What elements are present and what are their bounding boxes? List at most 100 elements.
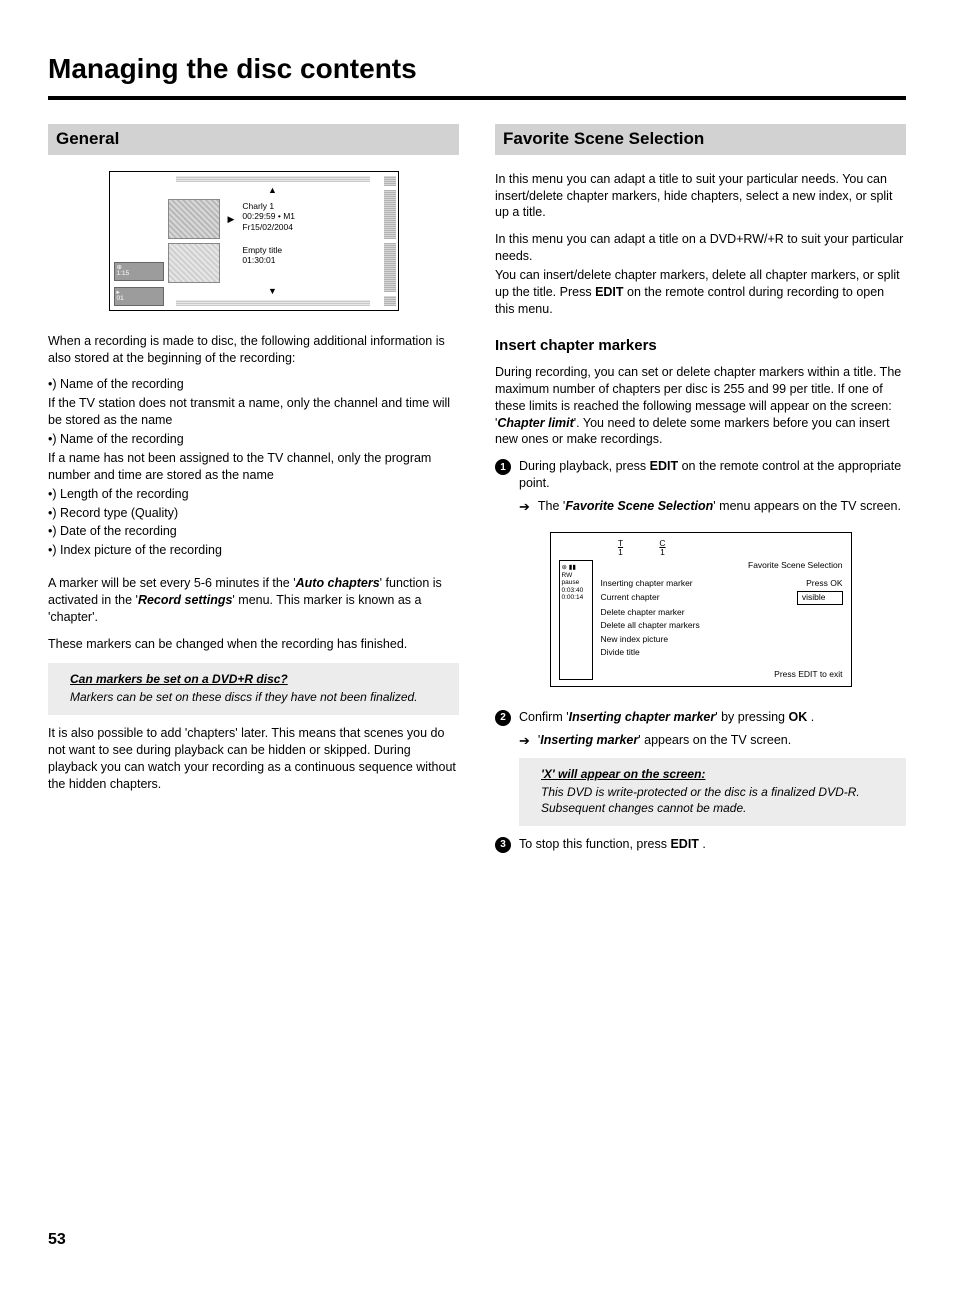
inserting-marker-label: Inserting marker <box>540 733 638 747</box>
fav-p2a: In this menu you can adapt a title on a … <box>495 231 906 265</box>
tv2-visible-box: visible <box>797 591 843 604</box>
tv2-row-insert: Inserting chapter marker Press OK <box>601 578 843 589</box>
tv1-tc1-b: 1:15 <box>117 270 130 277</box>
up-arrow-icon: ▲ <box>168 186 378 195</box>
bullet-length: •) Length of the recording <box>48 486 459 503</box>
tv2-r2l: Current chapter <box>601 592 660 603</box>
record-settings-label: Record settings <box>138 593 232 607</box>
tv1-left-panel: ⊕ 1:15 ▸ 01 <box>110 172 168 310</box>
tv2-body: ⊛ ▮▮ RW pause 0:03:40 0:00:14 Favorite S… <box>559 560 843 680</box>
favorite-heading: Favorite Scene Selection <box>495 124 906 155</box>
left-column: General ⊕ 1:15 ▸ 01 ▲ ▶ <box>48 124 459 859</box>
tv2-r1l: Inserting chapter marker <box>601 578 693 589</box>
tv-screen-favorite: T 1 C 1 ⊛ ▮▮ RW pause 0:03:40 0:00:14 <box>550 532 852 687</box>
s3-pre: To stop this function, press <box>519 837 670 851</box>
tv2-l1: ⊛ ▮▮ <box>562 564 590 571</box>
step-3-badge: 3 <box>495 837 511 853</box>
step-2: 2 Confirm 'Inserting chapter marker' by … <box>495 709 906 726</box>
tv2-row-new-index: New index picture <box>601 634 843 645</box>
tv2-row-divide: Divide title <box>601 647 843 658</box>
tv1-title-1: Charly 1 <box>242 201 295 212</box>
step-1-result-text: The 'Favorite Scene Selection' menu appe… <box>538 498 901 516</box>
s1a-pre: The ' <box>538 499 565 513</box>
after-note-para: It is also possible to add 'chapters' la… <box>48 725 459 793</box>
bullet-name-2: •) Name of the recording <box>48 431 459 448</box>
tv1-row-1: ▶ Charly 1 00:29:59 • M1 Fr15/02/2004 <box>168 199 378 239</box>
tv2-l4: 0:00:14 <box>562 594 590 601</box>
two-column-layout: General ⊕ 1:15 ▸ 01 ▲ ▶ <box>48 124 906 859</box>
edit-button-label-2: EDIT <box>650 459 678 473</box>
step-3: 3 To stop this function, press EDIT . <box>495 836 906 853</box>
edit-button-label-1: EDIT <box>595 285 623 299</box>
down-arrow-icon: ▼ <box>168 287 378 296</box>
step-2-body: Confirm 'Inserting chapter marker' by pr… <box>519 709 906 726</box>
tv1-thumb-2 <box>168 243 220 283</box>
tv1-timecode-2: ▸ 01 <box>114 287 164 306</box>
tv2-r3l: Delete chapter marker <box>601 607 685 618</box>
s2-mid: ' by pressing <box>715 710 788 724</box>
right-column: Favorite Scene Selection In this menu yo… <box>495 124 906 859</box>
fav-p2b: You can insert/delete chapter markers, d… <box>495 267 906 318</box>
tv1-mid: ▲ ▶ Charly 1 00:29:59 • M1 Fr15/02/2004 … <box>168 172 382 310</box>
tv1-right-bars <box>382 172 398 310</box>
note-x-title: 'X' will appear on the screen: <box>541 766 896 782</box>
usage-bar-1 <box>384 176 396 186</box>
step-1-badge: 1 <box>495 459 511 475</box>
tc-C-1: 1 <box>657 548 669 557</box>
chapter-limit-label: Chapter limit <box>497 416 573 430</box>
note-x-screen: 'X' will appear on the screen: This DVD … <box>519 758 906 827</box>
step-1-result: ➔ The 'Favorite Scene Selection' menu ap… <box>519 498 906 516</box>
note-dvd-r-body: Markers can be set on these discs if the… <box>70 689 449 705</box>
title-rule <box>48 96 906 100</box>
result-arrow-icon-2: ➔ <box>519 732 530 750</box>
tv2-footer: Press EDIT to exit <box>601 669 843 680</box>
usage-bar-3 <box>384 243 396 292</box>
tv1-timecode-1: ⊕ 1:15 <box>114 262 164 281</box>
s2-post: . <box>807 710 814 724</box>
marker-para-1: A marker will be set every 5-6 minutes i… <box>48 575 459 626</box>
tv2-l2: RW pause <box>562 572 590 587</box>
step-2-result-text: 'Inserting marker' appears on the TV scr… <box>538 732 791 750</box>
tv2-status-box: ⊛ ▮▮ RW pause 0:03:40 0:00:14 <box>559 560 593 680</box>
tv1-title-2: Empty title <box>242 245 282 256</box>
page-title: Managing the disc contents <box>48 50 906 88</box>
page-number: 53 <box>48 1229 906 1251</box>
step-2-badge: 2 <box>495 710 511 726</box>
ok-button-label: OK <box>788 710 807 724</box>
note-x-body: This DVD is write-protected or the disc … <box>541 784 896 816</box>
tv2-r6l: Divide title <box>601 647 640 658</box>
tc-col-C: C 1 <box>657 539 669 558</box>
tv2-wrap: T 1 C 1 ⊛ ▮▮ RW pause 0:03:40 0:00:14 <box>495 532 906 687</box>
bullet-quality: •) Record type (Quality) <box>48 505 459 522</box>
auto-chapters-label: Auto chapters <box>296 576 380 590</box>
fav-p1: In this menu you can adapt a title to su… <box>495 171 906 222</box>
s2a-post: ' appears on the TV screen. <box>638 733 791 747</box>
tc-col-T: T 1 <box>615 539 627 558</box>
mp1-a: A marker will be set every 5-6 minutes i… <box>48 576 296 590</box>
tv2-row-delete-all: Delete all chapter markers <box>601 620 843 631</box>
s1a-post: ' menu appears on the TV screen. <box>713 499 901 513</box>
tv2-title: Favorite Scene Selection <box>601 560 843 571</box>
tv1-thumb-1 <box>168 199 220 239</box>
tv1-stripe-top <box>176 176 370 182</box>
tv2-r4l: Delete all chapter markers <box>601 620 700 631</box>
step-3-body: To stop this function, press EDIT . <box>519 836 906 853</box>
tv2-l3: 0:03:40 <box>562 587 590 594</box>
step-2-result: ➔ 'Inserting marker' appears on the TV s… <box>519 732 906 750</box>
tv1-stripe-bottom <box>176 300 370 306</box>
edit-button-label-3: EDIT <box>670 837 698 851</box>
cond-1: If the TV station does not transmit a na… <box>48 395 459 429</box>
tv2-row-delete: Delete chapter marker <box>601 607 843 618</box>
bullet-name-1: •) Name of the recording <box>48 376 459 393</box>
s2-pre: Confirm ' <box>519 710 569 724</box>
step-1-body: During playback, press EDIT on the remot… <box>519 458 906 492</box>
step1-pre: During playback, press <box>519 459 650 473</box>
tv1-time-2: 01:30:01 <box>242 255 282 266</box>
insert-chapter-para: During recording, you can set or delete … <box>495 364 906 448</box>
bullet-date: •) Date of the recording <box>48 523 459 540</box>
note-dvd-r: Can markers be set on a DVD+R disc? Mark… <box>48 663 459 715</box>
cond-2: If a name has not been assigned to the T… <box>48 450 459 484</box>
tv1-date-1: Fr15/02/2004 <box>242 222 295 233</box>
inserting-chapter-marker-label: Inserting chapter marker <box>569 710 716 724</box>
tv2-main: Favorite Scene Selection Inserting chapt… <box>601 560 843 680</box>
